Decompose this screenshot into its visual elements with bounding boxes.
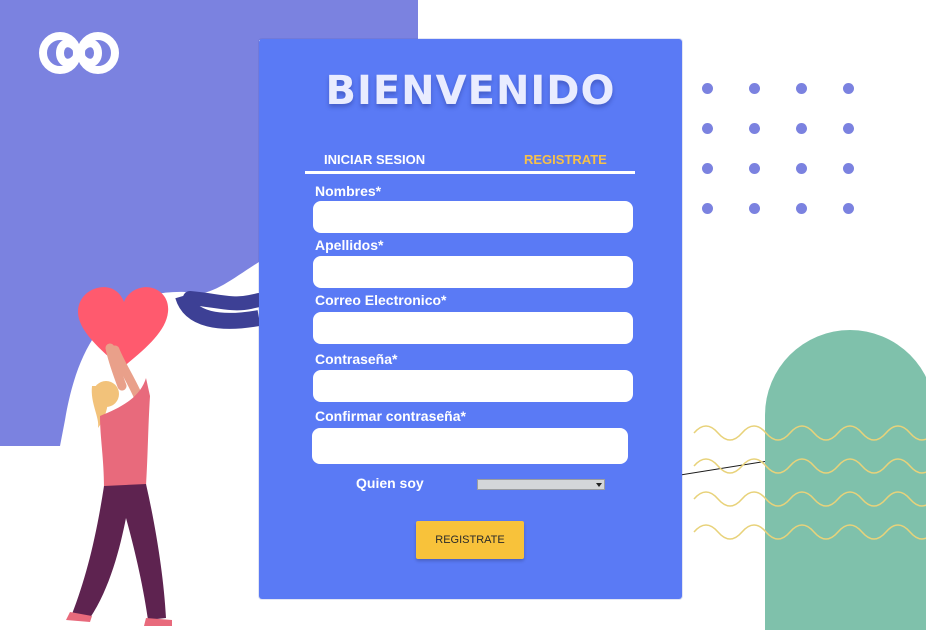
tab-underline (305, 171, 635, 174)
registrate-submit-button[interactable]: REGISTRATE (416, 521, 524, 559)
woman-holding-heart-illustration (66, 287, 172, 626)
nombres-label: Nombres* (315, 183, 382, 199)
wave-lines-decoration (693, 425, 926, 540)
confirmar-contrasena-input[interactable] (312, 428, 628, 464)
select-arrow-icon (596, 483, 602, 487)
confirmar-contrasena-label: Confirmar contraseña* (315, 408, 466, 424)
dot-grid-decoration (700, 80, 860, 220)
contrasena-input[interactable] (313, 370, 633, 402)
infinity-logo-icon[interactable] (38, 30, 120, 76)
contrasena-label: Contraseña* (315, 351, 398, 367)
heart-icon (78, 287, 169, 368)
tab-iniciar-sesion[interactable]: INICIAR SESION (324, 152, 425, 167)
tab-registrate[interactable]: REGISTRATE (524, 152, 607, 167)
apellidos-input[interactable] (313, 256, 633, 288)
nombres-input[interactable] (313, 201, 633, 233)
correo-label: Correo Electronico* (315, 292, 447, 308)
page-title: BIENVENIDO (325, 68, 616, 114)
quien-soy-select[interactable] (477, 479, 605, 490)
quien-soy-label: Quien soy (356, 475, 424, 491)
correo-input[interactable] (313, 312, 633, 344)
apellidos-label: Apellidos* (315, 237, 384, 253)
